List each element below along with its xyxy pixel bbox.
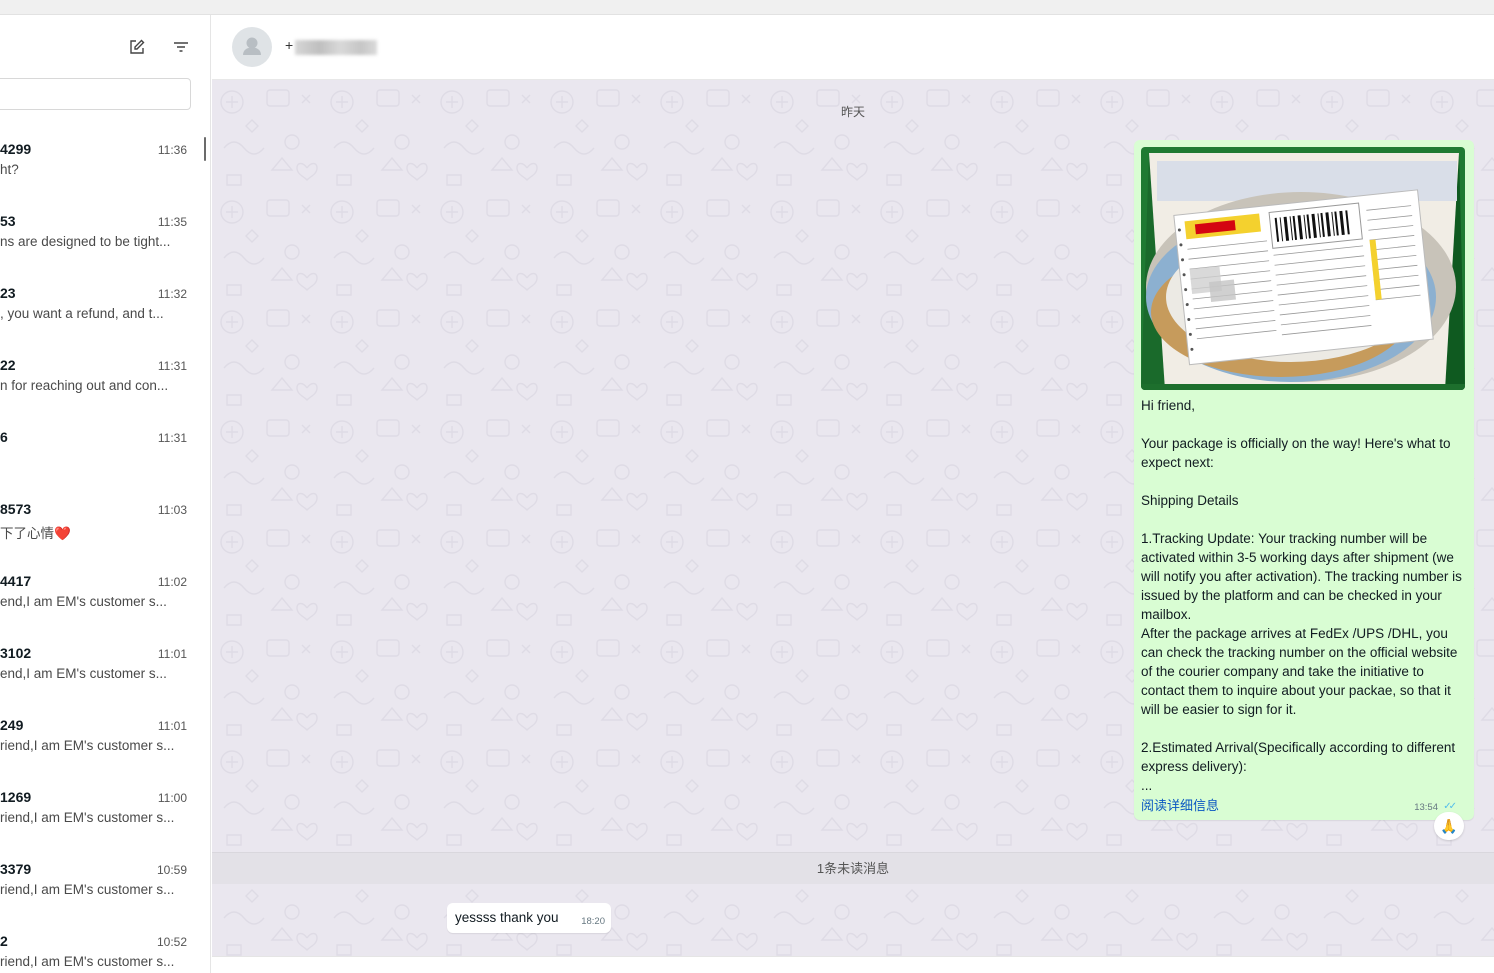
- chat-preview: n for reaching out and con...: [0, 378, 169, 393]
- chat-time: 11:31: [157, 431, 187, 445]
- chat-preview: ht?: [0, 162, 19, 177]
- chat-name: 3379: [0, 861, 32, 877]
- search-input[interactable]: [0, 79, 190, 109]
- message-line: ...: [1141, 778, 1153, 793]
- chat-list-item[interactable]: 8573 11:03 下了心情❤️: [0, 483, 205, 555]
- default-avatar-icon: [243, 37, 261, 55]
- chat-time: 11:02: [157, 575, 187, 589]
- chat-preview: , you want a refund, and t...: [0, 306, 164, 321]
- chat-preview: end,I am EM's customer s...: [0, 594, 167, 609]
- window-top-strip: [0, 0, 1494, 15]
- chat-list-item[interactable]: 53 11:35 ns are designed to be tight...: [0, 195, 205, 267]
- incoming-message-bubble[interactable]: yessss thank you 18:20: [447, 903, 611, 933]
- chat-sidebar: 4299 11:36 ht? 53 11:35 ns are designed …: [0, 15, 211, 973]
- message-line: After the package arrives at FedEx /UPS …: [1141, 626, 1458, 717]
- message-body: Hi friend, Your package is officially on…: [1141, 396, 1463, 795]
- reaction-badge[interactable]: 🙏: [1434, 812, 1464, 840]
- chat-time: 11:32: [157, 287, 187, 301]
- chat-time: 11:01: [157, 647, 187, 661]
- date-separator: 昨天: [840, 105, 865, 119]
- chat-preview: riend,I am EM's customer s...: [0, 882, 175, 897]
- chat-list-item[interactable]: 4417 11:02 end,I am EM's customer s...: [0, 555, 205, 627]
- avatar[interactable]: [232, 27, 272, 67]
- chat-preview: 下了心情❤️: [0, 526, 71, 541]
- chat-name: 4417: [0, 573, 32, 589]
- chat-list-item[interactable]: 6 11:31: [0, 411, 205, 483]
- chat-name: 3102: [0, 645, 32, 661]
- chat-preview: riend,I am EM's customer s...: [0, 954, 175, 969]
- chat-list-item[interactable]: 3379 10:59 riend,I am EM's customer s...: [0, 843, 205, 915]
- chat-name: 23: [0, 285, 16, 301]
- chat-name: 8573: [0, 501, 32, 517]
- chat-list-item[interactable]: 4299 11:36 ht?: [0, 123, 205, 195]
- chat-list-item[interactable]: 2 10:52 riend,I am EM's customer s...: [0, 915, 205, 973]
- chat-list: 4299 11:36 ht? 53 11:35 ns are designed …: [0, 123, 205, 973]
- message-time: 13:54: [1414, 802, 1438, 813]
- chat-list-item[interactable]: 3102 11:01 end,I am EM's customer s...: [0, 627, 205, 699]
- conversation-panel: 昨天 Hi friend, Your package is officially…: [212, 80, 1494, 973]
- chat-name: 1269: [0, 789, 32, 805]
- chat-preview: ns are designed to be tight...: [0, 234, 171, 249]
- read-more-link[interactable]: 阅读详细信息: [1141, 795, 1219, 814]
- message-line: Hi friend,: [1141, 398, 1196, 413]
- chat-time: 11:01: [157, 719, 187, 733]
- message-text: yessss thank you: [455, 910, 559, 925]
- unread-messages-divider: 1条未读消息: [212, 852, 1494, 884]
- chat-name: 4299: [0, 141, 32, 157]
- chat-name: 6: [0, 429, 8, 445]
- chat-list-item[interactable]: 23 11:32 , you want a refund, and t...: [0, 267, 205, 339]
- chat-preview: end,I am EM's customer s...: [0, 666, 167, 681]
- filter-icon[interactable]: [171, 37, 191, 57]
- message-line: Your package is officially on the way! H…: [1141, 436, 1451, 470]
- contact-name[interactable]: +: [285, 37, 293, 53]
- chat-time: 11:03: [157, 503, 187, 517]
- chat-list-item[interactable]: 249 11:01 riend,I am EM's customer s...: [0, 699, 205, 771]
- chat-time: 11:00: [157, 791, 187, 805]
- shipment-photo[interactable]: [1141, 147, 1465, 390]
- read-receipt-icon: ✓✓: [1443, 801, 1457, 812]
- chat-list-item[interactable]: 22 11:31 n for reaching out and con...: [0, 339, 205, 411]
- chat-name: 53: [0, 213, 16, 229]
- message-composer[interactable]: [212, 956, 1494, 973]
- chat-time: 10:59: [156, 863, 187, 877]
- chat-name: 249: [0, 717, 24, 733]
- chat-preview: riend,I am EM's customer s...: [0, 810, 175, 825]
- chat-name: 2: [0, 933, 8, 949]
- message-time: 18:20: [581, 916, 605, 927]
- message-line: 2.Estimated Arrival(Specifically accordi…: [1141, 740, 1456, 774]
- search-box[interactable]: [0, 78, 191, 110]
- chat-time: 10:52: [156, 935, 187, 949]
- message-line: Shipping Details: [1141, 493, 1239, 508]
- chat-time: 11:36: [157, 143, 187, 157]
- redacted-contact-name: [295, 40, 377, 55]
- chat-list-item[interactable]: 1269 11:00 riend,I am EM's customer s...: [0, 771, 205, 843]
- new-chat-icon[interactable]: [127, 37, 147, 57]
- chat-name: 22: [0, 357, 16, 373]
- chat-time: 11:31: [157, 359, 187, 373]
- message-line: 1.Tracking Update: Your tracking number …: [1141, 531, 1462, 622]
- outgoing-message-bubble[interactable]: Hi friend, Your package is officially on…: [1134, 140, 1474, 820]
- chat-preview: riend,I am EM's customer s...: [0, 738, 175, 753]
- chat-header: +: [212, 15, 1494, 80]
- chat-time: 11:35: [157, 215, 187, 229]
